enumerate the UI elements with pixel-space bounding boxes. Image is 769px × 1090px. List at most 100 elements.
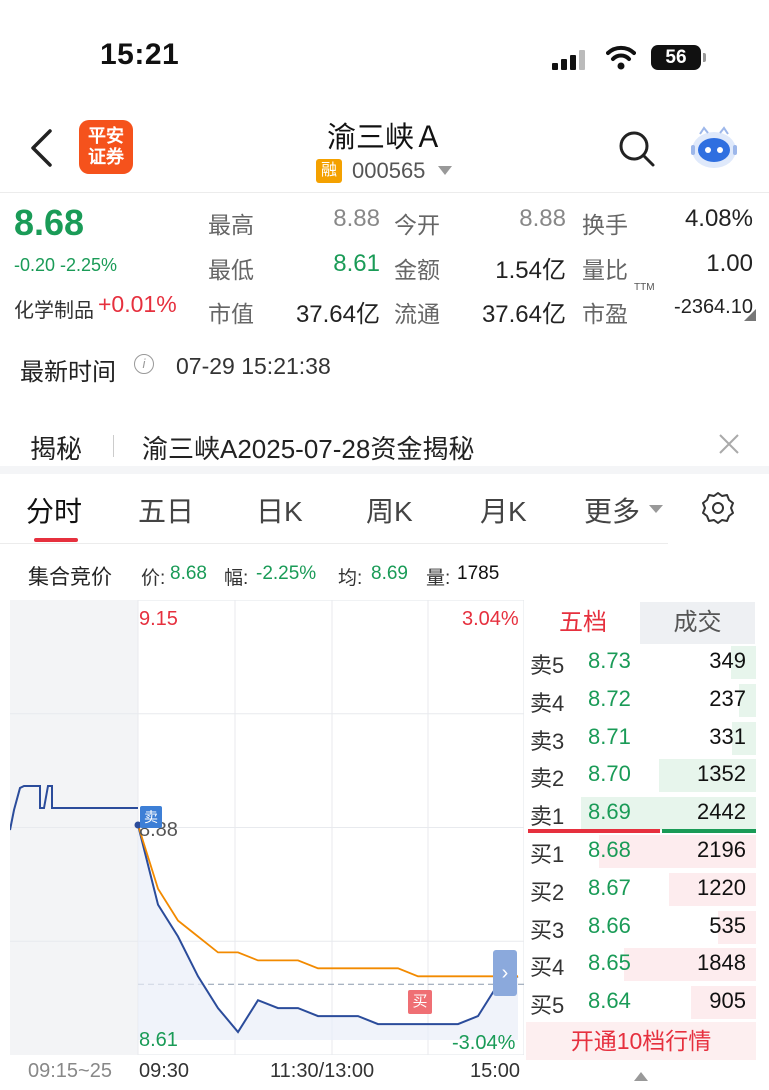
expand-corner-icon[interactable] [744, 309, 756, 321]
level-volume: 905 [709, 988, 746, 1014]
auction-label: 集合竞价 [28, 566, 112, 589]
stock-name: 渝三峡Ａ [326, 122, 443, 154]
bid-row[interactable]: 买5 8.64 905 [526, 984, 756, 1021]
stat-label-amount: 金额 [394, 257, 440, 283]
tab-five-levels[interactable]: 五档 [526, 602, 640, 644]
pe-ttm-superscript: TTM [634, 282, 655, 293]
x-tick-close: 15:00 [470, 1060, 521, 1082]
stat-label-market-cap: 市值 [208, 301, 254, 327]
auction-vol-label: 量: [426, 568, 451, 589]
level-volume: 331 [709, 723, 746, 749]
bid-row[interactable]: 买2 8.67 1220 [526, 871, 756, 908]
level-volume: 2196 [697, 837, 746, 862]
gear-icon[interactable] [700, 490, 736, 526]
robot-assistant-icon[interactable] [688, 124, 740, 172]
buy-marker[interactable]: 买 [408, 990, 432, 1014]
stat-value-amount: 1.54亿 [495, 257, 566, 284]
level-price: 8.73 [588, 648, 631, 673]
auction-range-label: 幅: [224, 568, 249, 589]
reveal-link[interactable]: 渝三峡A2025-07-28资金揭秘 [142, 429, 474, 466]
level-label: 买4 [530, 955, 565, 981]
level-price: 8.66 [588, 912, 631, 938]
stat-label-pe: 市盈 [582, 301, 628, 327]
tab-daily-k[interactable]: 日K [256, 490, 303, 530]
level-label: 卖2 [530, 766, 565, 792]
bid-strength-bar [528, 829, 660, 833]
stock-code[interactable]: 000565 [352, 158, 425, 184]
auction-range: -2.25% [256, 563, 317, 584]
industry-label[interactable]: 化学制品 [14, 294, 94, 323]
tab-trades[interactable]: 成交 [640, 602, 755, 644]
x-tick-open: 09:30 [139, 1060, 190, 1082]
level-volume: 2442 [697, 799, 746, 825]
level-volume: 1352 [697, 761, 746, 787]
stat-value-low: 8.61 [333, 250, 380, 277]
close-icon[interactable] [717, 432, 741, 456]
tab-intraday[interactable]: 分时 [26, 490, 82, 530]
logo-line2: 证券 [88, 147, 124, 167]
section-gap [0, 466, 769, 474]
level-label: 买5 [530, 993, 565, 1019]
stat-value-float-cap: 37.64亿 [481, 301, 566, 328]
chevron-down-icon[interactable] [649, 505, 663, 513]
level-label: 买2 [530, 879, 565, 905]
industry-change[interactable]: +0.01% [98, 291, 177, 318]
ask-row[interactable]: 卖4 8.72 237 [526, 682, 756, 719]
tab-weekly-k[interactable]: 周K [366, 490, 413, 530]
cellular-signal-icon [552, 50, 588, 70]
ask-row[interactable]: 卖2 8.70 1352 [526, 757, 756, 794]
level-price: 8.72 [588, 685, 631, 711]
auction-price: 8.68 [170, 563, 207, 584]
level-label: 卖1 [530, 804, 565, 830]
level-price: 8.69 [588, 799, 631, 825]
y-axis-bottom-label: 8.61 [139, 1029, 178, 1051]
stat-value-market-cap: 37.64亿 [295, 301, 380, 328]
level-price: 8.67 [588, 874, 631, 900]
level-price: 8.71 [588, 723, 631, 749]
pct-bottom-label: -3.04% [452, 1032, 516, 1054]
stat-label-float-cap: 流通 [394, 301, 440, 327]
intraday-chart[interactable] [10, 600, 524, 1055]
level-price: 8.70 [588, 761, 631, 787]
search-icon[interactable] [618, 130, 656, 168]
pct-top-label: 3.04% [462, 608, 519, 630]
level-volume: 1220 [697, 874, 746, 900]
logo-line1: 平安 [88, 126, 124, 146]
level-label: 卖5 [530, 653, 565, 678]
level-volume: 1848 [697, 950, 746, 976]
header-divider [0, 192, 769, 193]
bid-row[interactable]: 买4 8.65 1848 [526, 946, 756, 983]
broker-logo[interactable]: 平安 证券 [79, 120, 133, 174]
tab-five-day[interactable]: 五日 [138, 490, 194, 530]
reveal-separator [113, 435, 114, 457]
tab-more[interactable]: 更多 [584, 490, 640, 530]
ask-row[interactable]: 卖5 8.73 349 [526, 644, 756, 681]
open-ten-levels-button[interactable]: 开通10档行情 [526, 1022, 756, 1060]
stat-value-pe: -2364.10 [674, 296, 753, 318]
sell-marker[interactable]: 卖 [140, 806, 162, 828]
bid-row[interactable]: 买3 8.66 535 [526, 909, 756, 946]
ask-row[interactable]: 卖1 8.69 2442 [526, 795, 756, 832]
x-tick-auction: 09:15~25 [28, 1060, 112, 1082]
bid-row[interactable]: 买1 8.68 2196 [526, 833, 756, 870]
stat-value-vol-ratio: 1.00 [706, 250, 753, 277]
tab-monthly-k[interactable]: 月K [480, 490, 527, 530]
auction-vol: 1785 [457, 563, 500, 584]
chevron-down-icon[interactable] [438, 166, 452, 175]
stat-label-vol-ratio: 量比 [582, 257, 628, 283]
price-change: -0.20 -2.25% [14, 255, 118, 275]
level-label: 买1 [530, 842, 565, 867]
level-label: 买3 [530, 917, 565, 943]
info-icon[interactable]: i [134, 354, 154, 374]
auction-price-label: 价: [141, 568, 166, 589]
level-volume: 237 [709, 685, 746, 711]
ask-row[interactable]: 卖3 8.71 331 [526, 720, 756, 757]
stat-value-turnover: 4.08% [684, 205, 753, 232]
stat-label-turnover: 换手 [582, 212, 628, 238]
battery-icon: 56 [651, 45, 706, 70]
expand-chart-button[interactable]: › [493, 950, 517, 996]
reveal-label: 揭秘 [30, 434, 83, 464]
update-time-label: 最新时间 [20, 359, 116, 386]
back-arrow-icon[interactable] [28, 128, 54, 168]
chevron-up-icon[interactable] [634, 1072, 648, 1081]
